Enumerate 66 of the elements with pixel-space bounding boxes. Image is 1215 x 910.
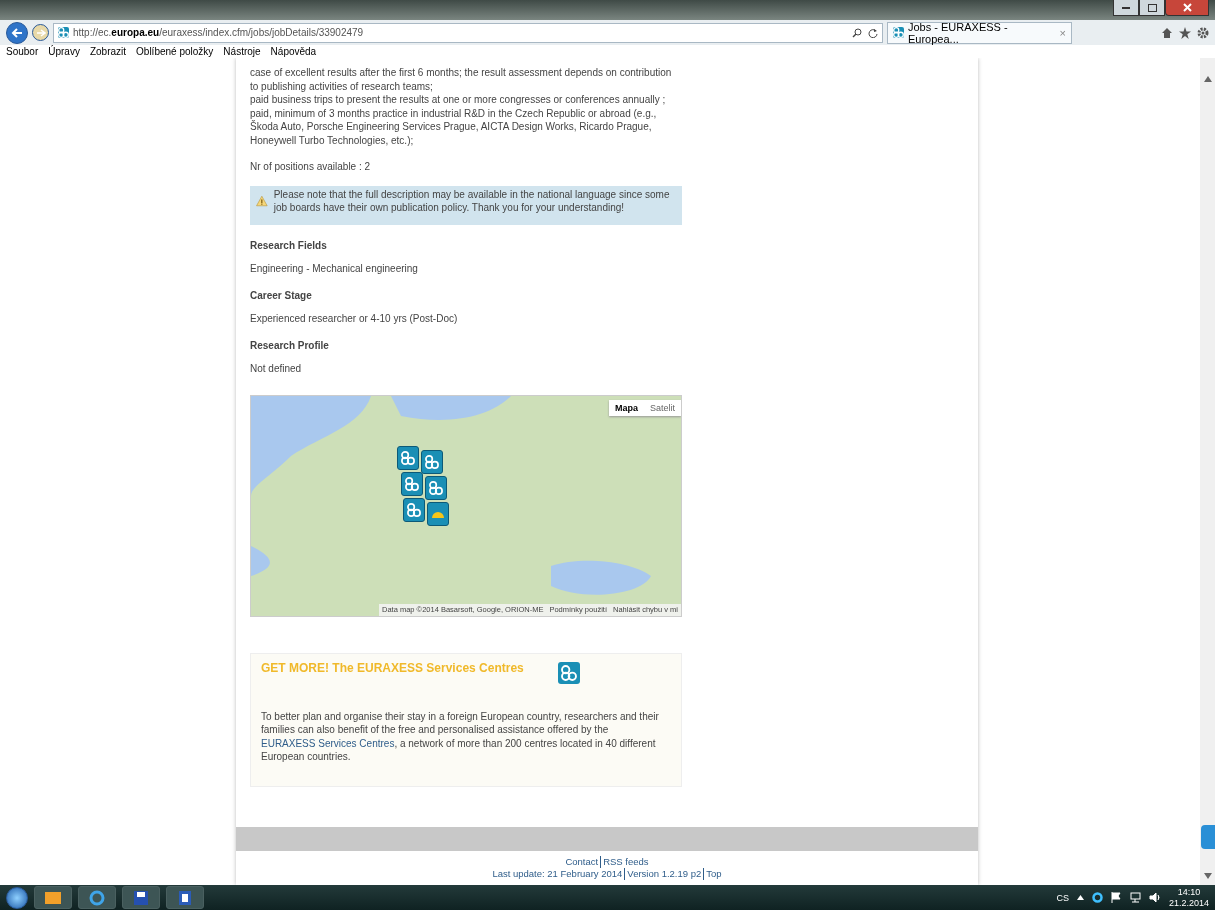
forward-button[interactable]: [32, 24, 49, 41]
close-icon: [1182, 3, 1192, 12]
scrollbar[interactable]: [1200, 58, 1215, 885]
site-favicon-icon: [58, 27, 69, 38]
tray-expand-icon[interactable]: [1076, 895, 1084, 900]
maximize-button[interactable]: [1139, 0, 1165, 16]
tray-app-icon[interactable]: [1091, 892, 1103, 903]
section-heading: Research Profile: [250, 338, 330, 352]
refresh-icon[interactable]: [868, 27, 878, 38]
menu-item[interactable]: Soubor: [6, 45, 39, 58]
marker-logo-icon: [407, 502, 421, 517]
marker-logo-icon: [405, 476, 419, 491]
home-icon[interactable]: [1161, 26, 1173, 39]
section-heading: Research Fields: [250, 238, 328, 252]
benefit-text: paid business trips to present the results at one or more congresses or conferences annually ;: [250, 93, 667, 107]
star-icon[interactable]: [1179, 26, 1191, 39]
scroll-down-icon[interactable]: [1203, 873, 1212, 879]
positions-text: Nr of positions available : 2: [250, 160, 372, 174]
document-app-icon[interactable]: [166, 886, 204, 909]
marker-logo-icon: [429, 480, 443, 495]
clock[interactable]: 14:10 21.2.2014: [1168, 886, 1209, 909]
section-value: Not defined: [250, 362, 303, 376]
promo-text: To better plan and organise their stay in a foreign European country, researchers and their families can also benefit of the free and personalised assistance offered by the EURAXESS Services Centres, a network of more than 200 centres located in 40 different European countries.: [261, 709, 660, 764]
menu-item[interactable]: Úpravy: [48, 45, 80, 58]
section-value: Experienced researcher or 4-10 yrs (Post-Doc): [250, 312, 459, 326]
benefit-text: paid, minimum of 3 months practice in industrial R&D in the Czech Republic or abroad (e.g., Škoda Auto, Porsche Engineering Services Prague, AICTA Design Works, Ricardo Prague, Honeywell Turbo Technologies, etc.);: [250, 106, 658, 147]
speaker-icon[interactable]: [1148, 892, 1161, 903]
benefit-text: case of excellent results after the first 6 months; the result assessment depends on contribution to publishing activities of research teams;: [250, 66, 673, 93]
tab-close-button[interactable]: ×: [1059, 26, 1066, 39]
menu-item[interactable]: Nápověda: [270, 45, 317, 58]
flag-icon[interactable]: [1110, 892, 1122, 903]
forward-arrow-icon: [35, 28, 46, 37]
search-icon[interactable]: [852, 27, 862, 38]
menu-item[interactable]: Oblíbené položky: [136, 45, 214, 58]
section-value: Engineering - Mechanical engineering: [250, 262, 419, 276]
marker-logo-icon: [425, 454, 439, 469]
close-button[interactable]: [1165, 0, 1209, 16]
address-field[interactable]: http://ec.europa.eu/euraxess/index.cfm/jobs/jobDetails/33902479: [53, 22, 883, 43]
settings-icon[interactable]: [1197, 26, 1209, 39]
last-update-text: Last update: 21 February 2014: [491, 868, 624, 880]
map-type-button[interactable]: Satelit: [644, 399, 681, 416]
back-arrow-icon: [11, 27, 23, 38]
version-link[interactable]: Version 1.2.19 p2: [624, 868, 704, 880]
notice-text: Please note that the full description may be available in the national language since some job boards have their own publication policy. Thank you for your understanding!: [273, 187, 671, 215]
footer-link[interactable]: Contact: [563, 856, 601, 868]
promo-title: GET MORE! The EURAXESS Services Centres: [261, 661, 524, 675]
maximize-icon: [1147, 3, 1157, 12]
browser-tab[interactable]: Jobs - EURAXESS - Europea... ×: [887, 21, 1072, 44]
menu-item[interactable]: Nástroje: [223, 45, 261, 58]
minimize-icon: [1122, 6, 1130, 9]
tab-favicon-icon: [893, 27, 904, 38]
side-widget-icon: [1201, 825, 1215, 849]
footer-link[interactable]: RSS feeds: [600, 856, 651, 868]
section-heading: Career Stage: [250, 288, 313, 302]
network-icon[interactable]: [1129, 892, 1141, 903]
menu-item[interactable]: Zobrazit: [89, 45, 127, 58]
map-type-button[interactable]: Mapa: [608, 399, 644, 416]
marker-logo-icon: [401, 450, 415, 465]
language-indicator[interactable]: CS: [1056, 892, 1069, 903]
browser-app-icon[interactable]: [78, 886, 116, 909]
top-link[interactable]: Top: [703, 868, 724, 880]
back-button[interactable]: [6, 21, 28, 44]
minimize-button[interactable]: [1113, 0, 1139, 16]
mail-app-icon[interactable]: [34, 886, 72, 909]
start-button[interactable]: [6, 886, 28, 909]
scroll-up-icon[interactable]: [1203, 76, 1212, 82]
